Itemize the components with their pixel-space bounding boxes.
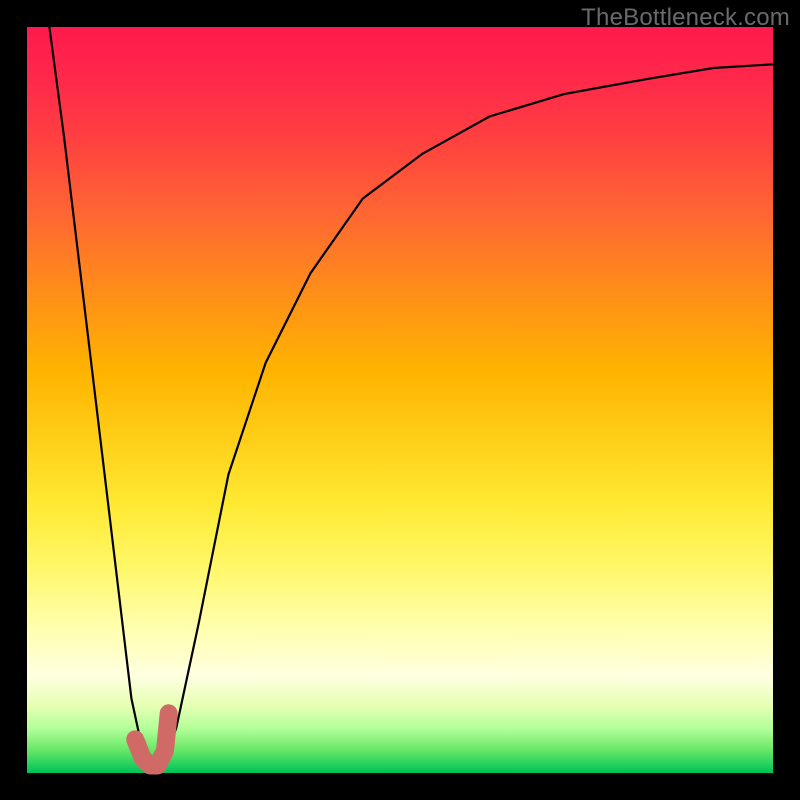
bottleneck-curve: [49, 27, 773, 766]
marker-dot: [132, 736, 146, 750]
chart-plot-area: [27, 27, 773, 773]
watermark-text: TheBottleneck.com: [581, 4, 790, 32]
chart-frame: TheBottleneck.com: [0, 0, 800, 800]
curve-layer: [27, 27, 773, 773]
